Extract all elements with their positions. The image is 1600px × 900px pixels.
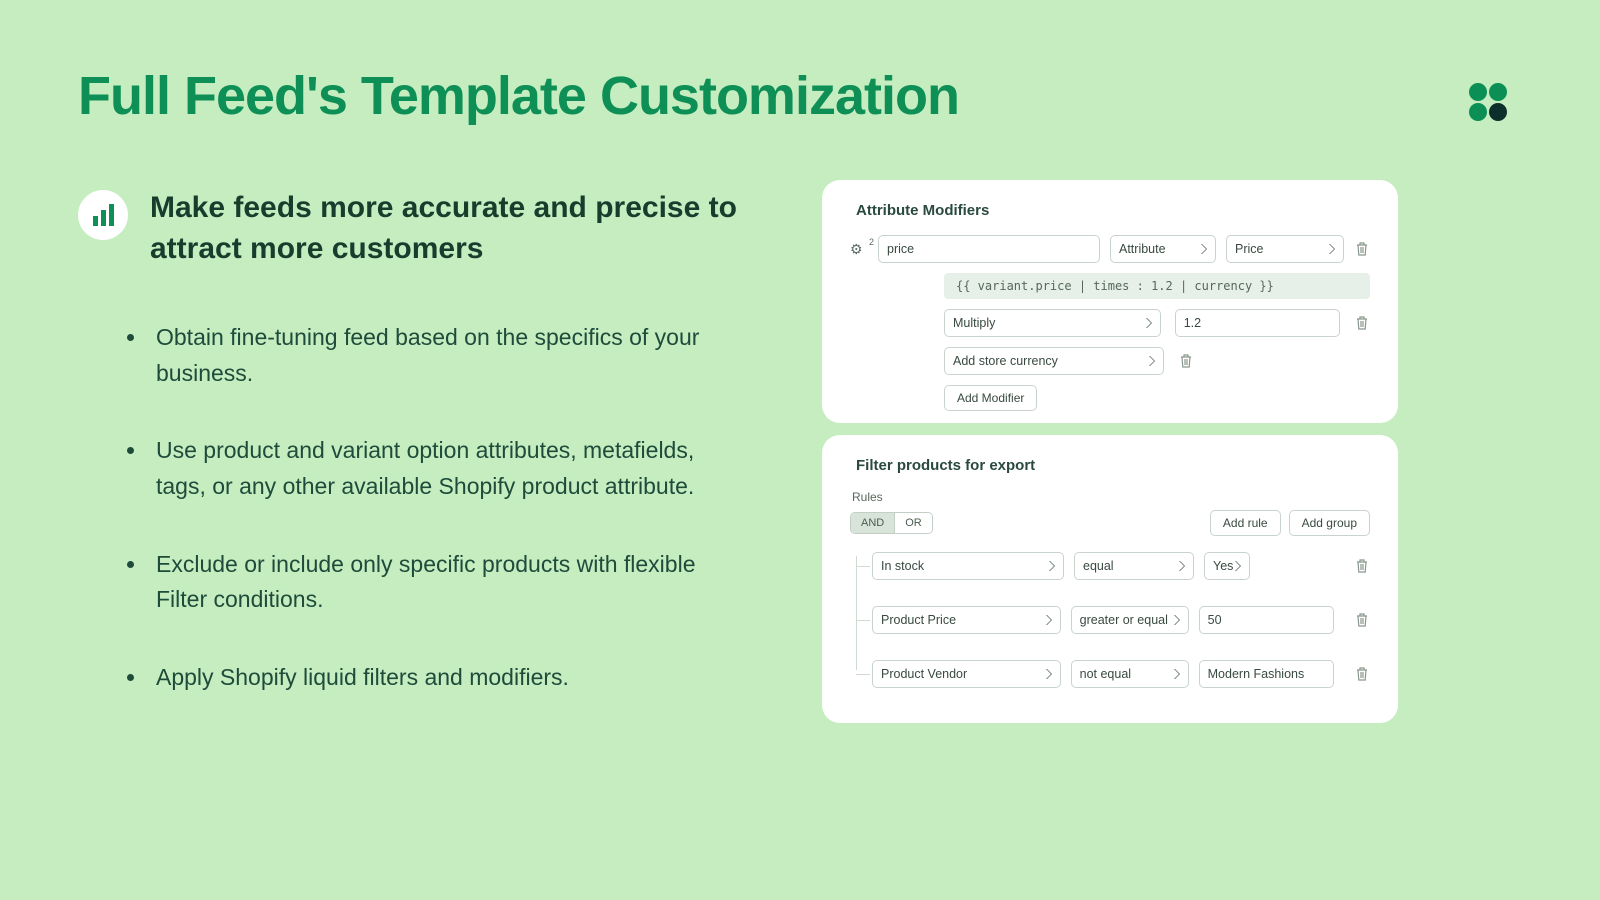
- brand-logo: [1464, 78, 1512, 126]
- attribute-modifiers-panel: Attribute Modifiers ⚙2 price Attribute P…: [822, 180, 1398, 423]
- rule-field-select[interactable]: Product Price: [872, 606, 1061, 634]
- chart-icon: [78, 190, 128, 240]
- rule-field-select[interactable]: Product Vendor: [872, 660, 1061, 688]
- field-name-input[interactable]: price: [878, 235, 1100, 263]
- rule-row: Product Vendor not equal Modern Fashions: [872, 660, 1370, 688]
- gear-badge: 2: [869, 237, 874, 247]
- delete-icon[interactable]: [1354, 557, 1370, 575]
- delete-icon[interactable]: [1354, 611, 1370, 629]
- source-value-select[interactable]: Price: [1226, 235, 1344, 263]
- add-modifier-button[interactable]: Add Modifier: [944, 385, 1037, 411]
- list-item: Apply Shopify liquid filters and modifie…: [148, 660, 710, 696]
- list-item: Use product and variant option attribute…: [148, 433, 710, 504]
- gear-icon[interactable]: ⚙2: [850, 241, 868, 258]
- page-title: Full Feed's Template Customization: [78, 65, 959, 127]
- rule-operator-select[interactable]: equal: [1074, 552, 1194, 580]
- rule-operator-select[interactable]: greater or equal: [1071, 606, 1189, 634]
- rules-label: Rules: [852, 490, 1370, 504]
- subtitle: Make feeds more accurate and precise to …: [150, 188, 750, 269]
- list-item: Obtain fine-tuning feed based on the spe…: [148, 320, 710, 391]
- delete-icon[interactable]: [1354, 314, 1370, 332]
- extra-modifier-select[interactable]: Add store currency: [944, 347, 1164, 375]
- rule-value-input[interactable]: 50: [1199, 606, 1335, 634]
- logic-toggle[interactable]: AND OR: [850, 512, 933, 534]
- operation-select[interactable]: Multiply: [944, 309, 1161, 337]
- rule-row: Product Price greater or equal 50: [872, 606, 1370, 634]
- delete-icon[interactable]: [1354, 240, 1370, 258]
- source-type-select[interactable]: Attribute: [1110, 235, 1216, 263]
- add-group-button[interactable]: Add group: [1289, 510, 1370, 536]
- rule-row: In stock equal Yes: [872, 552, 1370, 580]
- rule-value-input[interactable]: Modern Fashions: [1199, 660, 1335, 688]
- logic-and[interactable]: AND: [851, 513, 894, 533]
- delete-icon[interactable]: [1178, 352, 1194, 370]
- add-rule-button[interactable]: Add rule: [1210, 510, 1281, 536]
- logic-or[interactable]: OR: [894, 513, 932, 533]
- bullet-list: Obtain fine-tuning feed based on the spe…: [110, 320, 710, 737]
- list-item: Exclude or include only specific product…: [148, 547, 710, 618]
- rule-field-select[interactable]: In stock: [872, 552, 1064, 580]
- delete-icon[interactable]: [1354, 665, 1370, 683]
- panel-heading: Attribute Modifiers: [856, 202, 1370, 219]
- rule-value-select[interactable]: Yes: [1204, 552, 1250, 580]
- rule-operator-select[interactable]: not equal: [1071, 660, 1189, 688]
- liquid-preview: {{ variant.price | times : 1.2 | currenc…: [944, 273, 1370, 299]
- panel-heading: Filter products for export: [856, 457, 1370, 474]
- rule-list: In stock equal Yes Product Price greater…: [850, 552, 1370, 688]
- operation-value-input[interactable]: 1.2: [1175, 309, 1341, 337]
- filter-products-panel: Filter products for export Rules AND OR …: [822, 435, 1398, 723]
